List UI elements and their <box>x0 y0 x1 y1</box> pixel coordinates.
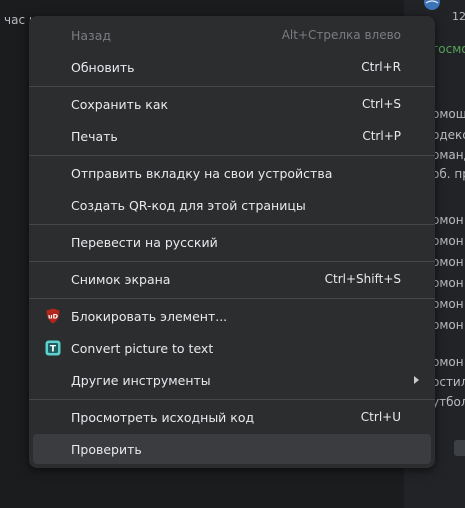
menu-item-view-source[interactable]: Просмотреть исходный код Ctrl+U <box>33 402 431 432</box>
menu-separator <box>29 155 435 156</box>
menu-item-label: Обновить <box>71 59 135 75</box>
globe-icon <box>424 0 440 10</box>
menu-item-block-element[interactable]: uD Блокировать элемент... <box>33 301 431 331</box>
background-right-line-4: об. пр <box>432 167 465 181</box>
background-list-item: омон <box>432 255 464 269</box>
menu-separator <box>29 298 435 299</box>
menu-item-shortcut: Alt+Стрелка влево <box>281 28 401 42</box>
menu-item-translate[interactable]: Перевести на русский <box>33 227 431 257</box>
background-right-line-3: оманд <box>432 148 465 162</box>
menu-item-inspect[interactable]: Проверить <box>33 434 431 464</box>
convert-text-extension-icon: T <box>45 340 61 356</box>
menu-item-label: Другие инструменты <box>71 372 211 388</box>
svg-text:T: T <box>50 345 57 355</box>
menu-item-label: Отправить вкладку на свои устройства <box>71 165 333 181</box>
menu-item-label: Сохранить как <box>71 96 169 112</box>
background-right-link[interactable]: госмо <box>432 42 465 56</box>
menu-separator <box>29 399 435 400</box>
menu-item-label: Просмотреть исходный код <box>71 409 255 425</box>
background-list-item: утбол <box>432 395 465 409</box>
vk-icon[interactable] <box>454 440 465 456</box>
svg-text:uD: uD <box>48 313 59 321</box>
menu-item-label: Снимок экрана <box>71 271 171 287</box>
background-list-item: омон <box>432 297 464 311</box>
menu-separator <box>29 224 435 225</box>
menu-item-more-tools[interactable]: Другие инструменты <box>33 365 431 395</box>
menu-item-label: Блокировать элемент... <box>71 308 228 324</box>
menu-item-label: Назад <box>71 27 112 43</box>
menu-item-qr-code[interactable]: Создать QR-код для этой страницы <box>33 190 431 220</box>
menu-item-label: Создать QR-код для этой страницы <box>71 197 306 213</box>
menu-item-screenshot[interactable]: Снимок экрана Ctrl+Shift+S <box>33 264 431 294</box>
menu-item-shortcut: Ctrl+P <box>362 129 401 143</box>
background-list-item: омон <box>432 318 464 332</box>
menu-item-shortcut: Ctrl+R <box>361 60 401 74</box>
background-right-number: 12 <box>452 10 465 23</box>
ublock-origin-icon: uD <box>46 308 60 324</box>
menu-separator <box>29 86 435 87</box>
background-list-item: омон <box>432 276 464 290</box>
menu-item-label: Convert picture to text <box>71 340 214 356</box>
background-right-line-1: омощ <box>432 107 465 121</box>
submenu-arrow-icon <box>414 376 419 384</box>
background-right-line-2: одекс <box>432 128 465 142</box>
menu-item-shortcut: Ctrl+Shift+S <box>324 272 401 286</box>
background-list-item: омон <box>432 213 464 227</box>
context-menu: Назад Alt+Стрелка влево Обновить Ctrl+R … <box>29 16 435 468</box>
menu-item-shortcut: Ctrl+U <box>360 410 401 424</box>
menu-item-back: Назад Alt+Стрелка влево <box>33 20 431 50</box>
menu-item-print[interactable]: Печать Ctrl+P <box>33 121 431 151</box>
menu-item-reload[interactable]: Обновить Ctrl+R <box>33 52 431 82</box>
menu-item-shortcut: Ctrl+S <box>361 97 401 111</box>
menu-item-label: Проверить <box>71 441 142 457</box>
menu-separator <box>29 261 435 262</box>
menu-item-label: Перевести на русский <box>71 234 218 250</box>
menu-item-convert-picture-to-text[interactable]: T Convert picture to text <box>33 333 431 363</box>
menu-item-save-as[interactable]: Сохранить как Ctrl+S <box>33 89 431 119</box>
background-list-item: омон <box>432 355 464 369</box>
background-list-item: омон <box>432 234 464 248</box>
background-list-item: остил <box>432 375 465 389</box>
menu-item-label: Печать <box>71 128 118 144</box>
menu-item-send-tab[interactable]: Отправить вкладку на свои устройства <box>33 158 431 188</box>
